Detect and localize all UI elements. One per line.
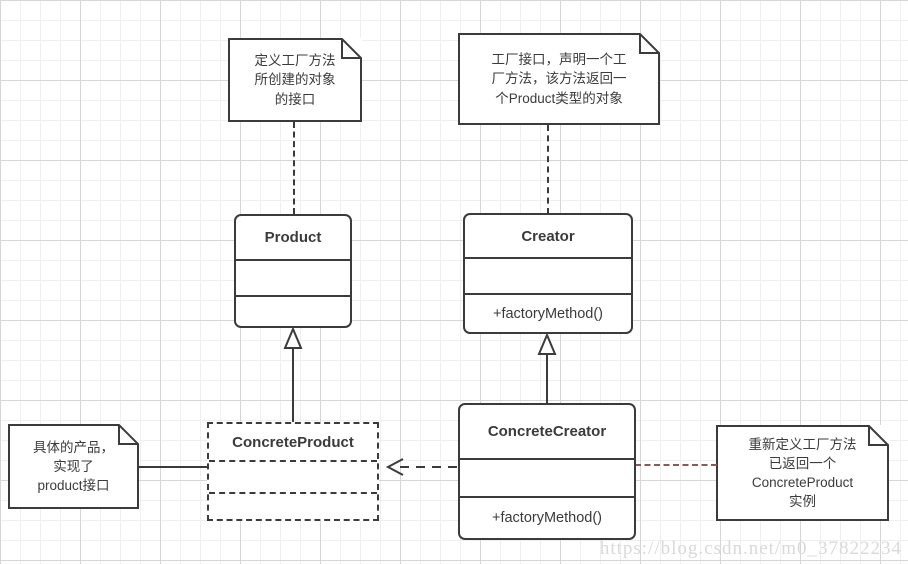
connector-note-concrete-product-anchor [138, 466, 210, 468]
class-concrete-product[interactable]: ConcreteProduct [207, 422, 379, 521]
class-creator-attributes [465, 257, 631, 293]
note-product: 定义工厂方法 所创建的对象 的接口 [228, 38, 362, 122]
class-creator-name: Creator [521, 227, 575, 245]
class-creator[interactable]: Creator +factoryMethod() [463, 213, 633, 334]
class-product-name: Product [264, 229, 322, 246]
connector-concrete-product-riser [292, 405, 294, 423]
note-concrete-product-text: 具体的产品， 实现了 product接口 [33, 439, 114, 494]
connector-note-creator-anchor [547, 125, 549, 214]
class-concrete-product-operations [209, 492, 377, 519]
class-concrete-creator-operations: +factoryMethod() [460, 496, 634, 538]
class-product-attributes [236, 259, 350, 295]
class-creator-operations: +factoryMethod() [465, 293, 631, 332]
class-product[interactable]: Product [234, 214, 352, 328]
note-creator: 工厂接口，声明一个工 厂方法，该方法返回一 个Product类型的对象 [458, 33, 660, 125]
class-concrete-creator[interactable]: ConcreteCreator +factoryMethod() [458, 403, 636, 540]
connector-note-product-anchor [293, 122, 295, 214]
class-product-operations [236, 295, 350, 326]
watermark-text: https://blog.csdn.net/m0_37822234 [599, 538, 902, 559]
note-concrete-creator: 重新定义工厂方法 已返回一个 ConcreteProduct 实例 [716, 425, 889, 521]
dependency-concretecreator-to-concreteproduct [385, 458, 457, 476]
note-concrete-product: 具体的产品， 实现了 product接口 [8, 424, 139, 509]
note-creator-text: 工厂接口，声明一个工 厂方法，该方法返回一 个Product类型的对象 [491, 52, 627, 106]
note-product-text: 定义工厂方法 所创建的对象 的接口 [254, 53, 336, 107]
class-concrete-creator-name: ConcreteCreator [487, 423, 607, 440]
class-concrete-product-attributes [209, 460, 377, 492]
class-concrete-product-name: ConcreteProduct [232, 433, 354, 451]
diagram-canvas: 定义工厂方法 所创建的对象 的接口 工厂接口，声明一个工 厂方法，该方法返回一 … [0, 0, 908, 564]
note-concrete-creator-text: 重新定义工厂方法 已返回一个 ConcreteProduct 实例 [748, 436, 857, 510]
class-concrete-creator-attributes [460, 458, 634, 496]
connector-note-concrete-creator-anchor [635, 464, 717, 466]
